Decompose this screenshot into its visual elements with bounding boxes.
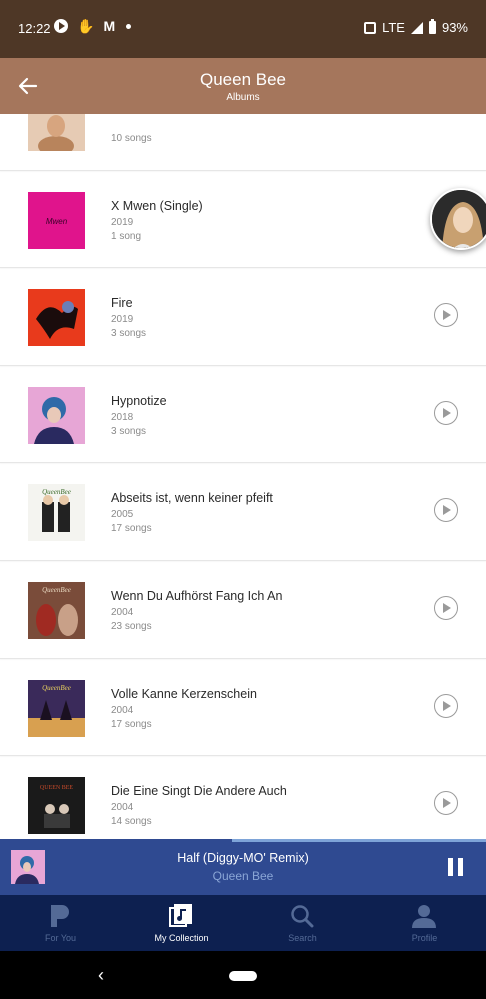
- search-icon: [291, 905, 314, 928]
- play-album-button[interactable]: [434, 498, 458, 523]
- now-playing-bar[interactable]: Half (Diggy-MO' Remix) Queen Bee: [0, 839, 486, 895]
- album-cover: QueenBee: [28, 581, 85, 639]
- album-row[interactable]: QUEEN BEE Die Eine Singt Die Andere Auch…: [0, 756, 486, 840]
- album-name: Fire: [111, 296, 133, 311]
- album-name: Die Eine Singt Die Andere Auch: [111, 784, 287, 799]
- vibrate-icon: [364, 21, 377, 34]
- bottom-navigation: For You My Collection Search Profile: [0, 895, 486, 951]
- album-row[interactable]: QueenBee Wenn Du Aufhörst Fang Ich An 20…: [0, 561, 486, 659]
- album-song-count: 1 song: [111, 230, 142, 242]
- album-cover-text: Mwen: [46, 217, 68, 226]
- album-cover: QueenBee: [28, 484, 85, 542]
- album-song-count: 23 songs: [111, 620, 152, 632]
- system-back-icon[interactable]: ‹: [98, 965, 104, 986]
- album-row[interactable]: Mwen X Mwen (Single) 2019 1 song: [0, 171, 486, 269]
- album-song-count: 10 songs: [111, 133, 152, 144]
- album-song-count: 14 songs: [111, 816, 152, 828]
- system-home-pill[interactable]: [229, 971, 257, 981]
- album-song-count: 3 songs: [111, 425, 147, 437]
- album-row[interactable]: Fire 2019 3 songs: [0, 268, 486, 366]
- floating-avatar-bubble[interactable]: [430, 188, 486, 250]
- mcdonalds-icon: M: [103, 18, 116, 34]
- album-cover: QUEEN BEE: [28, 777, 85, 835]
- album-year: 2019: [111, 314, 134, 326]
- pandora-play-icon: [54, 19, 68, 33]
- album-name: Wenn Du Aufhörst Fang Ich An: [111, 588, 283, 603]
- nav-item-my-collection[interactable]: My Collection: [121, 895, 242, 951]
- now-playing-title: Half (Diggy-MO' Remix): [177, 851, 309, 865]
- hand-icon: ✋: [77, 18, 95, 34]
- album-cover: [28, 289, 85, 347]
- album-list[interactable]: 10 songs Mwen X Mwen (Single) 2019 1 son…: [0, 114, 486, 840]
- album-cover: Mwen: [28, 191, 85, 249]
- play-album-button[interactable]: [434, 693, 458, 718]
- album-row[interactable]: QueenBee Volle Kanne Kerzenschein 2004 1…: [0, 659, 486, 757]
- play-album-button[interactable]: [434, 303, 458, 328]
- nav-item-for-you[interactable]: For You: [0, 895, 121, 951]
- nav-item-search[interactable]: Search: [242, 895, 363, 951]
- album-cover-text: QueenBee: [42, 586, 71, 594]
- nav-label: Profile: [411, 933, 438, 943]
- album-name: Volle Kanne Kerzenschein: [111, 686, 257, 701]
- album-year: 2005: [111, 509, 134, 521]
- album-cover-text: QUEEN BEE: [40, 785, 73, 791]
- status-bar: 12:22 ✋ M LTE 93%: [0, 0, 486, 58]
- status-system-icons: LTE 93%: [364, 19, 468, 35]
- notification-dot-icon: [126, 23, 132, 29]
- album-row[interactable]: Hypnotize 2018 3 songs: [0, 366, 486, 464]
- play-album-button[interactable]: [434, 400, 458, 425]
- album-year: 2019: [111, 216, 134, 228]
- nav-item-profile[interactable]: Profile: [364, 895, 485, 951]
- pandora-logo-icon: [51, 905, 69, 927]
- album-cover-text: QueenBee: [42, 684, 71, 692]
- nav-label: Search: [288, 933, 317, 943]
- pause-icon: [448, 858, 453, 876]
- network-type: LTE: [382, 20, 405, 35]
- nav-label: For You: [44, 933, 77, 943]
- page-subtitle: Albums: [226, 92, 260, 103]
- playback-progress: [0, 839, 486, 842]
- album-song-count: 17 songs: [111, 718, 152, 730]
- system-navigation-bar: ‹: [0, 951, 486, 999]
- album-name: Abseits ist, wenn keiner pfeift: [111, 491, 273, 506]
- album-cover-text: QueenBee: [42, 488, 71, 496]
- album-row[interactable]: QueenBee Abseits ist, wenn keiner pfeift…: [0, 463, 486, 561]
- app-bar: Queen Bee Albums: [0, 58, 486, 114]
- battery-percent: 93%: [441, 20, 468, 35]
- album-name: X Mwen (Single): [111, 198, 203, 213]
- album-song-count: 3 songs: [111, 328, 147, 340]
- play-album-button[interactable]: [434, 791, 458, 816]
- pause-button[interactable]: [448, 858, 464, 876]
- album-year: 2018: [111, 411, 134, 423]
- battery-icon: [428, 19, 436, 34]
- album-name: Hypnotize: [111, 393, 167, 408]
- album-song-count: 17 songs: [111, 523, 152, 535]
- album-year: 2004: [111, 704, 134, 716]
- page-title: Queen Bee: [199, 70, 286, 89]
- play-album-button[interactable]: [434, 595, 458, 620]
- album-row[interactable]: 10 songs: [0, 114, 486, 171]
- nav-label: My Collection: [154, 933, 209, 943]
- status-notification-icons: ✋ M: [54, 18, 132, 34]
- album-cover: [28, 386, 85, 444]
- playback-progress-fill: [232, 839, 486, 842]
- now-playing-artist: Queen Bee: [212, 869, 274, 883]
- collection-icon: [169, 904, 192, 927]
- album-cover: QueenBee: [28, 679, 85, 737]
- signal-icon: [410, 21, 423, 34]
- album-year: 2004: [111, 802, 134, 814]
- album-cover: [28, 114, 85, 151]
- status-time: 12:22: [18, 21, 51, 36]
- profile-icon: [412, 905, 436, 928]
- album-year: 2004: [111, 606, 134, 618]
